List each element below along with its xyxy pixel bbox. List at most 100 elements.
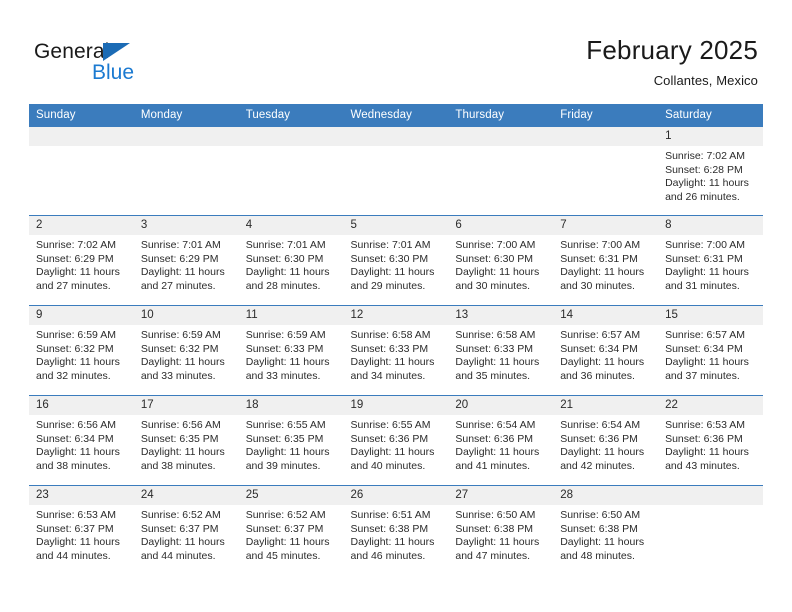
calendar-day-cell[interactable]: 11 Sunrise: 6:59 AM Sunset: 6:33 PM Dayligh… [238,305,344,396]
daylight-text: Daylight: 11 hours and 44 minutes. [140,536,225,562]
day-number: 17 [133,396,239,415]
calendar-day-cell[interactable]: 3 Sunrise: 7:01 AM Sunset: 6:29 PM Daylight… [133,215,239,306]
calendar-day-cell[interactable]: 14 Sunrise: 6:57 AM Sunset: 6:34 PM Dayligh… [553,305,659,396]
sunrise-text: Sunrise: 6:57 AM [665,329,746,341]
day-details: Sunrise: 6:56 AM Sunset: 6:34 PM Daylight:… [29,415,134,473]
calendar-week-row: 1 Sunrise: 7:02 AM Sunset: 6:28 PM Daylight… [29,126,763,216]
day-number: 14 [553,306,659,325]
day-details: Sunrise: 6:54 AM Sunset: 6:36 PM Daylight:… [553,415,658,473]
calendar-day-cell[interactable]: 6 Sunrise: 7:00 AM Sunset: 6:30 PM Daylight… [448,215,554,306]
day-details: Sunrise: 7:02 AM Sunset: 6:29 PM Daylight:… [29,235,134,293]
day-number [29,127,134,146]
calendar-day-cell[interactable]: 28 Sunrise: 6:50 AM Sunset: 6:38 PM Dayligh… [553,485,659,576]
sunset-text: Sunset: 6:36 PM [350,432,429,445]
day-number: 26 [343,486,449,505]
title-block: February 2025 Collantes, Mexico [586,34,758,90]
day-details: Sunrise: 6:55 AM Sunset: 6:35 PM Daylight:… [239,415,344,473]
day-number [658,486,763,505]
day-number: 19 [343,396,449,415]
calendar-day-cell[interactable]: 24 Sunrise: 6:52 AM Sunset: 6:37 PM Dayligh… [133,485,239,576]
daylight-text: Daylight: 11 hours and 36 minutes. [560,356,645,382]
day-number: 15 [658,306,763,325]
calendar-day-cell[interactable]: 19 Sunrise: 6:55 AM Sunset: 6:36 PM Dayligh… [343,395,449,486]
sunrise-text: Sunrise: 7:01 AM [245,239,326,251]
daylight-text: Daylight: 11 hours and 30 minutes. [560,266,645,292]
calendar-day-cell[interactable]: 27 Sunrise: 6:50 AM Sunset: 6:38 PM Dayligh… [448,485,554,576]
calendar-week-row: 9 Sunrise: 6:59 AM Sunset: 6:32 PM Daylight… [29,305,763,396]
day-number: 3 [133,216,239,235]
weekday-header-tuesday: Tuesday [238,104,344,127]
calendar-day-cell[interactable]: 26 Sunrise: 6:51 AM Sunset: 6:38 PM Dayligh… [343,485,449,576]
weekday-header-friday: Friday [553,104,659,127]
daylight-text: Daylight: 11 hours and 26 minutes. [665,177,749,203]
sunrise-text: Sunrise: 7:02 AM [665,150,746,162]
sunrise-text: Sunrise: 6:52 AM [245,509,326,521]
calendar-day-cell[interactable]: 22 Sunrise: 6:53 AM Sunset: 6:36 PM Dayligh… [658,395,763,486]
calendar-day-cell[interactable]: 20 Sunrise: 6:54 AM Sunset: 6:36 PM Dayligh… [448,395,554,486]
sunset-text: Sunset: 6:29 PM [36,252,114,265]
calendar-day-cell[interactable]: 17 Sunrise: 6:56 AM Sunset: 6:35 PM Dayligh… [133,395,239,486]
sunset-text: Sunset: 6:38 PM [350,522,429,535]
calendar-day-cell[interactable]: 2 Sunrise: 7:02 AM Sunset: 6:29 PM Daylight… [29,215,134,306]
calendar-cell-empty [553,126,659,216]
day-number: 12 [343,306,449,325]
calendar-day-cell[interactable]: 21 Sunrise: 6:54 AM Sunset: 6:36 PM Dayligh… [553,395,659,486]
weekday-header-wednesday: Wednesday [343,104,449,127]
calendar-day-cell[interactable]: 7 Sunrise: 7:00 AM Sunset: 6:31 PM Daylight… [553,215,659,306]
day-number: 4 [238,216,344,235]
calendar-body: 1 Sunrise: 7:02 AM Sunset: 6:28 PM Daylight… [29,126,763,576]
daylight-text: Daylight: 11 hours and 31 minutes. [665,266,749,292]
sunrise-text: Sunrise: 6:59 AM [245,329,326,341]
day-details: Sunrise: 7:00 AM Sunset: 6:30 PM Daylight:… [448,235,553,293]
calendar-day-cell[interactable]: 9 Sunrise: 6:59 AM Sunset: 6:32 PM Daylight… [29,305,134,396]
sunset-text: Sunset: 6:33 PM [245,342,324,355]
calendar-day-cell[interactable]: 1 Sunrise: 7:02 AM Sunset: 6:28 PM Daylight… [658,126,763,216]
calendar-day-cell[interactable]: 23 Sunrise: 6:53 AM Sunset: 6:37 PM Dayligh… [29,485,134,576]
calendar-day-cell[interactable]: 12 Sunrise: 6:58 AM Sunset: 6:33 PM Dayligh… [343,305,449,396]
day-number [448,127,554,146]
daylight-text: Daylight: 11 hours and 30 minutes. [455,266,540,292]
sunset-text: Sunset: 6:34 PM [36,432,114,445]
weekday-header-saturday: Saturday [658,104,763,127]
sunrise-text: Sunrise: 6:53 AM [36,509,116,521]
calendar-page: General Blue February 2025 Collantes, Me… [0,0,792,612]
calendar-day-cell[interactable]: 10 Sunrise: 6:59 AM Sunset: 6:32 PM Dayligh… [133,305,239,396]
daylight-text: Daylight: 11 hours and 42 minutes. [560,446,645,472]
sunset-text: Sunset: 6:32 PM [140,342,219,355]
page-title: February 2025 [586,35,758,65]
sunset-text: Sunset: 6:37 PM [36,522,114,535]
generalblue-logo[interactable]: General Blue [34,40,174,88]
sunset-text: Sunset: 6:33 PM [350,342,429,355]
day-number: 1 [658,127,763,146]
day-details: Sunrise: 7:01 AM Sunset: 6:30 PM Daylight:… [344,235,449,293]
calendar-day-cell[interactable]: 8 Sunrise: 7:00 AM Sunset: 6:31 PM Daylight… [658,215,763,306]
daylight-text: Daylight: 11 hours and 35 minutes. [455,356,540,382]
daylight-text: Daylight: 11 hours and 45 minutes. [245,536,330,562]
day-details: Sunrise: 6:55 AM Sunset: 6:36 PM Daylight:… [344,415,449,473]
sunset-text: Sunset: 6:30 PM [455,252,534,265]
day-number: 27 [448,486,554,505]
location-subtitle: Collantes, Mexico [653,73,758,88]
sunrise-text: Sunrise: 6:58 AM [350,329,431,341]
day-number: 22 [658,396,763,415]
daylight-text: Daylight: 11 hours and 40 minutes. [350,446,435,472]
day-details: Sunrise: 6:53 AM Sunset: 6:37 PM Daylight:… [29,505,134,563]
sunrise-text: Sunrise: 6:56 AM [36,419,116,431]
sunrise-text: Sunrise: 6:54 AM [560,419,641,431]
sunset-text: Sunset: 6:38 PM [455,522,534,535]
day-number: 11 [238,306,344,325]
day-details: Sunrise: 6:59 AM Sunset: 6:32 PM Daylight:… [29,325,134,383]
calendar-day-cell[interactable]: 25 Sunrise: 6:52 AM Sunset: 6:37 PM Dayligh… [238,485,344,576]
daylight-text: Daylight: 11 hours and 38 minutes. [140,446,225,472]
day-details: Sunrise: 6:58 AM Sunset: 6:33 PM Daylight:… [448,325,553,383]
daylight-text: Daylight: 11 hours and 28 minutes. [245,266,330,292]
calendar-day-cell[interactable]: 18 Sunrise: 6:55 AM Sunset: 6:35 PM Dayligh… [238,395,344,486]
calendar-day-cell[interactable]: 5 Sunrise: 7:01 AM Sunset: 6:30 PM Daylight… [343,215,449,306]
day-details: Sunrise: 6:57 AM Sunset: 6:34 PM Daylight:… [658,325,763,383]
sunrise-text: Sunrise: 6:56 AM [140,419,221,431]
sunrise-text: Sunrise: 6:55 AM [245,419,326,431]
calendar-day-cell[interactable]: 4 Sunrise: 7:01 AM Sunset: 6:30 PM Daylight… [238,215,344,306]
calendar-day-cell[interactable]: 13 Sunrise: 6:58 AM Sunset: 6:33 PM Dayligh… [448,305,554,396]
calendar-day-cell[interactable]: 16 Sunrise: 6:56 AM Sunset: 6:34 PM Dayligh… [29,395,134,486]
calendar-day-cell[interactable]: 15 Sunrise: 6:57 AM Sunset: 6:34 PM Dayligh… [658,305,763,396]
